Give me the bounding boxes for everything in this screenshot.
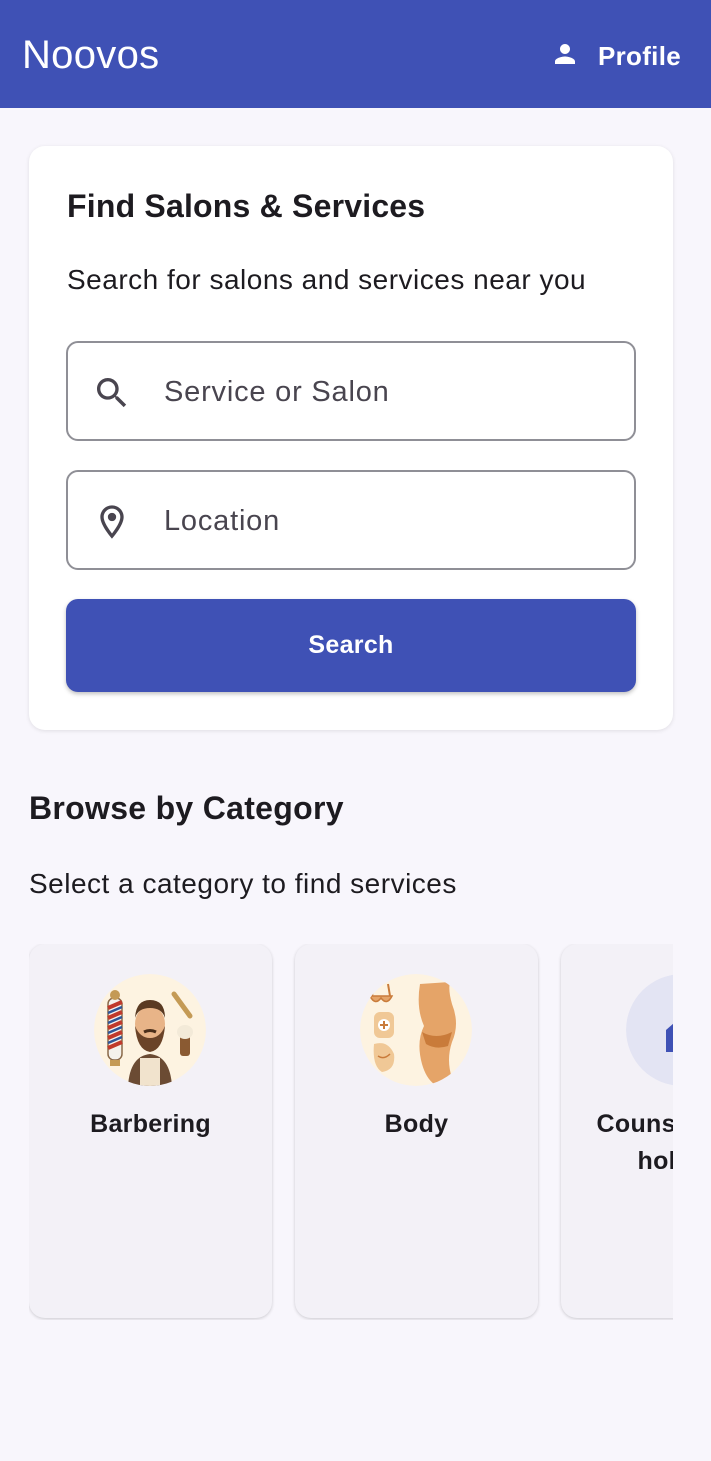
browse-category-subtitle: Select a category to find services (29, 868, 457, 899)
location-pin-icon (92, 502, 132, 542)
category-card-barbering[interactable]: Barbering (29, 944, 272, 1318)
location-input[interactable] (164, 496, 614, 546)
service-input[interactable] (164, 367, 614, 417)
service-field[interactable] (66, 341, 636, 441)
person-icon (550, 39, 580, 74)
search-icon (92, 373, 132, 413)
search-card: Find Salons & Services Search for salons… (29, 146, 673, 730)
category-card-body[interactable]: Body (295, 944, 538, 1318)
search-card-title: Find Salons & Services (67, 188, 426, 224)
body-illustration (360, 974, 472, 1086)
category-icon (626, 974, 673, 1086)
browse-category-title: Browse by Category (29, 790, 344, 826)
app-title: Noovos (22, 33, 160, 77)
category-label: Barbering (90, 1110, 211, 1138)
search-card-subtitle: Search for salons and services near you (67, 264, 587, 295)
category-label: Counselling & holistic (596, 1110, 673, 1175)
category-card-counselling[interactable]: Counselling & holistic (561, 944, 673, 1318)
location-field[interactable] (66, 470, 636, 570)
category-label: Body (384, 1110, 449, 1138)
app-bar: Noovos Profile (0, 0, 711, 108)
search-button[interactable]: Search (66, 599, 636, 692)
profile-button[interactable]: Profile (550, 38, 681, 74)
barber-illustration (94, 974, 206, 1086)
category-carousel[interactable]: Barbering Body Couns hol (29, 944, 673, 1320)
profile-label: Profile (597, 40, 681, 71)
